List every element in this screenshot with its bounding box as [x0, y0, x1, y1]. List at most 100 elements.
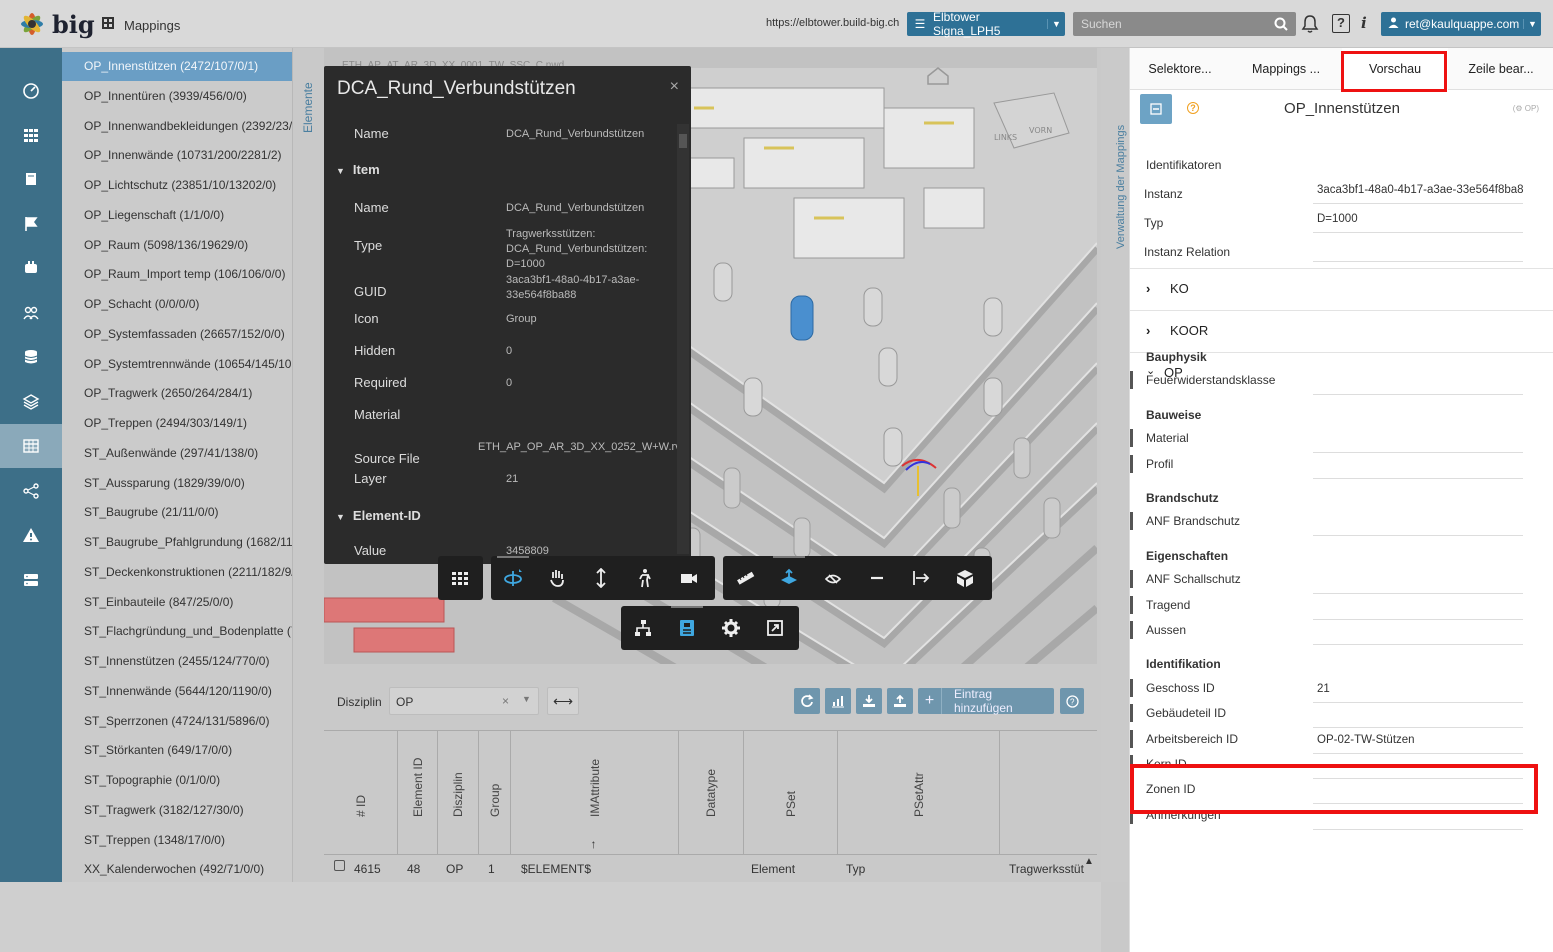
list-item[interactable]: ST_Störkanten (649/17/0/0)	[62, 736, 292, 765]
list-item[interactable]: OP_Liegenschaft (1/1/0/0)	[62, 201, 292, 230]
disziplin-select[interactable]: OP × ▼	[389, 687, 539, 715]
column-header[interactable]: # ID	[324, 731, 397, 855]
rail-flag-button[interactable]	[0, 202, 62, 246]
search-input[interactable]	[1073, 12, 1268, 36]
section-koor[interactable]: › KOOR	[1130, 310, 1553, 352]
field-value[interactable]	[1313, 570, 1523, 594]
orbit-tool-button[interactable]	[491, 556, 535, 600]
column-header[interactable]: Element ID	[397, 731, 437, 855]
list-item[interactable]: ST_Innenstützen (2455/124/770/0)	[62, 647, 292, 676]
column-header[interactable]: Disziplin	[437, 731, 478, 855]
rail-users-button[interactable]	[0, 291, 62, 335]
list-item[interactable]: XX_Kalenderwochen (492/71/0/0)	[62, 855, 292, 882]
server-url-link[interactable]: https://elbtower.build-big.ch	[766, 17, 899, 29]
list-item[interactable]: ST_Topographie (0/1/0/0)	[62, 766, 292, 795]
column-header[interactable]: Datatype	[678, 731, 743, 855]
rail-plugin-button[interactable]	[0, 246, 62, 290]
field-value[interactable]	[1313, 429, 1523, 453]
rail-grid-button[interactable]	[0, 113, 62, 157]
list-item[interactable]: OP_Tragwerk (2650/264/284/1)	[62, 379, 292, 408]
table-help-button[interactable]: ?	[1060, 688, 1084, 714]
explode-tool-button[interactable]	[811, 556, 855, 600]
tab-mapping-management[interactable]: Verwaltung der Mappings	[1101, 48, 1128, 882]
table-row[interactable]: 4615 48 OP 1 $ELEMENT$ Element Typ Tragw…	[324, 856, 1097, 882]
row-checkbox[interactable]	[334, 860, 345, 871]
clear-icon[interactable]: ×	[502, 694, 509, 708]
dialog-scrollbar[interactable]	[677, 124, 689, 554]
list-item[interactable]: ST_Deckenkonstruktionen (2211/182/9/(	[62, 558, 292, 587]
search-icon[interactable]	[1274, 17, 1288, 31]
column-header[interactable]: Group	[478, 731, 510, 855]
rail-table-button[interactable]	[0, 424, 62, 468]
list-item[interactable]: OP_Raum_Import temp (106/106/0/0)	[62, 260, 292, 289]
rail-database-button[interactable]	[0, 335, 62, 379]
bell-icon[interactable]	[1300, 14, 1320, 34]
field-value[interactable]	[1313, 596, 1523, 620]
app-logo[interactable]: big	[16, 6, 95, 42]
help-icon[interactable]: ?	[1332, 14, 1350, 33]
list-item[interactable]: ST_Innenwände (5644/120/1190/0)	[62, 677, 292, 706]
tree-tool-button[interactable]	[621, 606, 665, 650]
section-tool-button[interactable]	[767, 556, 811, 600]
field-value[interactable]: 21	[1313, 679, 1523, 703]
zoom-tool-button[interactable]	[579, 556, 623, 600]
list-item[interactable]: OP_Innentüren (3939/456/0/0)	[62, 82, 292, 111]
list-item[interactable]: OP_Systemtrennwände (10654/145/103,	[62, 350, 292, 379]
column-header[interactable]: IMAttribute ↑	[510, 731, 678, 855]
fullscreen-tool-button[interactable]	[753, 606, 797, 650]
instance-field[interactable]: 3aca3bf1-48a0-4b17-a3ae-33e564f8ba88	[1313, 180, 1523, 204]
rail-server-button[interactable]	[0, 558, 62, 602]
chart-button[interactable]	[825, 688, 851, 714]
scroll-up-icon[interactable]: ▲	[1084, 856, 1094, 867]
list-item[interactable]: ST_Flachgründung_und_Bodenplatte (7	[62, 617, 292, 646]
instance-relation-field[interactable]	[1313, 238, 1523, 262]
field-value[interactable]	[1313, 704, 1523, 728]
dialog-section[interactable]: ▼ Item	[336, 162, 380, 177]
rail-dashboard-button[interactable]	[0, 68, 62, 112]
column-header[interactable]: PSetAttr	[837, 731, 999, 855]
list-item[interactable]: OP_Lichtschutz (23851/10/13202/0)	[62, 171, 292, 200]
sectionplane-tool-button[interactable]	[899, 556, 943, 600]
list-item[interactable]: ST_Treppen (1348/17/0/0)	[62, 826, 292, 855]
list-item[interactable]: OP_Schacht (0/0/0/0)	[62, 290, 292, 319]
refresh-button[interactable]	[794, 688, 820, 714]
section-ko[interactable]: › KO	[1130, 268, 1553, 310]
close-icon[interactable]: ×	[670, 78, 679, 96]
list-item[interactable]: ST_Tragwerk (3182/127/30/0)	[62, 796, 292, 825]
list-item[interactable]: OP_Raum (5098/136/19629/0)	[62, 231, 292, 260]
walk-tool-button[interactable]	[623, 556, 667, 600]
list-item[interactable]: ST_Außenwände (297/41/138/0)	[62, 439, 292, 468]
project-select[interactable]: ☰ Elbtower Signa_LPH5 ▼	[907, 10, 1065, 38]
list-item[interactable]: ST_Sperrzonen (4724/131/5896/0)	[62, 707, 292, 736]
tab-zeilebear[interactable]: Zeile bear...	[1448, 48, 1553, 90]
type-field[interactable]: D=1000	[1313, 209, 1523, 233]
pan-tool-button[interactable]	[535, 556, 579, 600]
list-item[interactable]: ST_Einbauteile (847/25/0/0)	[62, 588, 292, 617]
list-item[interactable]: OP_Treppen (2494/303/149/1)	[62, 409, 292, 438]
list-item[interactable]: OP_Systemfassaden (26657/152/0/0)	[62, 320, 292, 349]
tab-selektore[interactable]: Selektore...	[1130, 48, 1230, 90]
views-tool-button[interactable]	[438, 556, 482, 600]
list-item[interactable]: OP_Innenstützen (2472/107/0/1)	[62, 52, 292, 81]
field-value[interactable]	[1313, 371, 1523, 395]
sort-arrow-icon[interactable]: ↑	[591, 837, 597, 851]
rail-share-button[interactable]	[0, 469, 62, 513]
info-icon[interactable]: i	[1361, 14, 1367, 32]
user-menu[interactable]: ret@kaulquappe.com ▼	[1381, 12, 1541, 36]
rail-book-button[interactable]	[0, 157, 62, 201]
list-item[interactable]: ST_Baugrube_Pfahlgrundung (1682/11/(	[62, 528, 292, 557]
field-value[interactable]	[1313, 621, 1523, 645]
upload-button[interactable]	[887, 688, 913, 714]
add-entry-button[interactable]: + Eintrag hinzufügen	[918, 687, 1054, 715]
rail-layers-button[interactable]	[0, 380, 62, 424]
list-item[interactable]: ST_Aussparung (1829/39/0/0)	[62, 469, 292, 498]
column-header[interactable]	[999, 731, 1097, 855]
field-value[interactable]	[1313, 455, 1523, 479]
rail-warning-button[interactable]	[0, 513, 62, 557]
dialog-section[interactable]: ▼ Element-ID	[336, 508, 421, 523]
selected-column[interactable]	[790, 295, 814, 341]
settings-tool-button[interactable]	[709, 606, 753, 650]
list-item[interactable]: OP_Innenwände (10731/200/2281/2)	[62, 141, 292, 170]
camera-tool-button[interactable]	[667, 556, 711, 600]
list-item[interactable]: ST_Baugrube (21/11/0/0)	[62, 498, 292, 527]
